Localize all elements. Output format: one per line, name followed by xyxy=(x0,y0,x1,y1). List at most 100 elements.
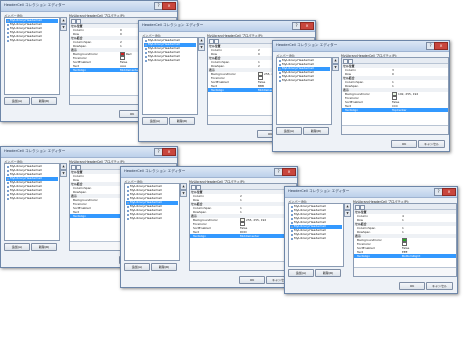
move-down-button[interactable]: ▼ xyxy=(198,44,205,51)
member-list[interactable]: MyLibrary.HeaderCell MyLibrary.HeaderCell… xyxy=(4,163,60,241)
ok-button[interactable]: OK xyxy=(239,276,265,284)
member-list[interactable]: MyLibrary.HeaderCell MyLibrary.HeaderCell… xyxy=(288,203,344,267)
cell-icon xyxy=(278,63,281,66)
window-title: HeaderCell コレクション エディター xyxy=(276,43,338,47)
remove-button[interactable]: 削除(R) xyxy=(31,97,57,105)
cell-icon xyxy=(126,217,129,220)
add-button[interactable]: 追加(A) xyxy=(142,117,168,125)
add-button[interactable]: 追加(A) xyxy=(288,269,314,277)
cancel-button[interactable]: キャンセル xyxy=(426,282,453,290)
move-up-button[interactable]: ▲ xyxy=(332,57,339,64)
member-list-item-label: MyLibrary.HeaderCell xyxy=(130,216,162,220)
cell-icon xyxy=(278,67,281,70)
move-up-button[interactable]: ▲ xyxy=(60,163,67,170)
property-value[interactable]: TopCenter xyxy=(392,108,407,112)
property-name: TextAlign xyxy=(345,108,359,112)
cell-icon xyxy=(144,47,147,50)
close-icon[interactable]: × xyxy=(442,188,456,196)
window-title: HeaderCell コレクション エディター xyxy=(142,23,204,27)
move-up-button[interactable]: ▲ xyxy=(180,183,187,190)
window-title: HeaderCell コレクション エディター xyxy=(4,3,66,7)
title-bar: HeaderCell コレクション エディター? × xyxy=(285,187,457,198)
member-list-item[interactable]: MyLibrary.HeaderCell xyxy=(6,196,58,201)
cell-icon xyxy=(290,221,293,224)
ok-button[interactable]: OK xyxy=(391,140,417,148)
collection-editor-window: HeaderCell コレクション エディター? × メンバー(M): MyLibra… xyxy=(272,40,450,152)
move-down-button[interactable]: ▼ xyxy=(60,170,67,177)
property-name: TextAlign xyxy=(193,234,207,238)
remove-button[interactable]: 削除(R) xyxy=(151,263,177,271)
member-list[interactable]: MyLibrary.HeaderCell MyLibrary.HeaderCell… xyxy=(276,57,332,125)
add-button[interactable]: 追加(A) xyxy=(4,97,30,105)
property-value[interactable]: BottomRight xyxy=(402,254,420,258)
property-value-text: TopCenter xyxy=(392,108,407,112)
cell-icon xyxy=(126,185,129,188)
cell-icon xyxy=(6,177,9,180)
ok-button[interactable]: OK xyxy=(399,282,425,290)
property-value[interactable]: MiddleCenter xyxy=(120,68,139,72)
move-down-button[interactable]: ▼ xyxy=(180,190,187,197)
cell-icon xyxy=(290,229,293,232)
property-row[interactable]: TextAlign MiddleCenter xyxy=(190,234,296,238)
move-down-button[interactable]: ▼ xyxy=(60,24,67,31)
cell-icon xyxy=(6,197,9,200)
member-list[interactable]: MyLibrary.HeaderCell MyLibrary.HeaderCell… xyxy=(4,17,60,95)
cell-icon xyxy=(126,213,129,216)
cell-icon xyxy=(290,217,293,220)
title-bar: HeaderCell コレクション エディター? × xyxy=(121,167,297,178)
cancel-button[interactable]: キャンセル xyxy=(418,140,445,148)
member-list-item[interactable]: MyLibrary.HeaderCell xyxy=(278,78,330,83)
property-name: TextAlign xyxy=(73,68,87,72)
cell-icon xyxy=(126,209,129,212)
cell-icon xyxy=(6,19,9,22)
cell-icon xyxy=(290,233,293,236)
cell-icon xyxy=(6,169,9,172)
cell-icon xyxy=(278,59,281,62)
cell-icon xyxy=(6,31,9,34)
member-list[interactable]: MyLibrary.HeaderCell MyLibrary.HeaderCell… xyxy=(124,183,180,261)
close-icon[interactable]: × xyxy=(434,42,448,50)
remove-button[interactable]: 削除(R) xyxy=(31,243,57,251)
member-list-item[interactable]: MyLibrary.HeaderCell xyxy=(290,236,342,241)
cell-icon xyxy=(6,23,9,26)
property-grid[interactable]: セル位置 Column 2 Row 1 セル結合 ColumnSpan 1 RowSpan 1 表示… xyxy=(189,183,297,271)
move-down-button[interactable]: ▼ xyxy=(344,210,351,217)
close-icon[interactable]: × xyxy=(162,148,176,156)
member-list[interactable]: MyLibrary.HeaderCell MyLibrary.HeaderCell… xyxy=(142,37,198,115)
cell-icon xyxy=(6,181,9,184)
cell-icon xyxy=(6,27,9,30)
remove-button[interactable]: 削除(R) xyxy=(315,269,341,277)
property-name: TextAlign xyxy=(211,88,225,92)
add-button[interactable]: 追加(A) xyxy=(124,263,150,271)
property-row[interactable]: TextAlign BottomRight xyxy=(354,254,456,258)
close-icon[interactable]: × xyxy=(300,22,314,30)
remove-button[interactable]: 削除(R) xyxy=(303,127,329,135)
move-up-button[interactable]: ▲ xyxy=(198,37,205,44)
cell-icon xyxy=(144,43,147,46)
add-button[interactable]: 追加(A) xyxy=(276,127,302,135)
property-row[interactable]: TextAlign TopCenter xyxy=(342,108,448,112)
member-list-item[interactable]: MyLibrary.HeaderCell xyxy=(126,216,178,221)
remove-button[interactable]: 削除(R) xyxy=(169,117,195,125)
move-down-button[interactable]: ▼ xyxy=(332,64,339,71)
property-value-text: MiddleCenter xyxy=(240,234,260,238)
member-list-item-label: MyLibrary.HeaderCell xyxy=(10,196,42,200)
property-value-text: BottomRight xyxy=(402,254,421,258)
member-list-item-label: MyLibrary.HeaderCell xyxy=(10,38,42,42)
cell-icon xyxy=(278,79,281,82)
property-description-pane xyxy=(354,267,456,276)
close-icon[interactable]: × xyxy=(282,168,296,176)
cell-icon xyxy=(6,185,9,188)
add-button[interactable]: 追加(A) xyxy=(4,243,30,251)
close-icon[interactable]: × xyxy=(162,2,176,10)
member-list-item[interactable]: MyLibrary.HeaderCell xyxy=(144,58,196,63)
property-grid[interactable]: セル位置 Column 3 Row 0 セル結合 ColumnSpan 1 RowSpan 1 表示… xyxy=(341,57,449,135)
move-up-button[interactable]: ▲ xyxy=(344,203,351,210)
member-list-item[interactable]: MyLibrary.HeaderCell xyxy=(6,38,58,43)
collection-editor-window: HeaderCell コレクション エディター? × メンバー(M): MyLibra… xyxy=(284,186,458,294)
property-grid[interactable]: セル位置 Column 4 Row 1 セル結合 ColumnSpan 1 RowSpan 1 表示… xyxy=(353,203,457,277)
cell-icon xyxy=(290,237,293,240)
property-value[interactable]: MiddleCenter xyxy=(240,234,259,238)
property-description-pane xyxy=(190,261,296,270)
move-up-button[interactable]: ▲ xyxy=(60,17,67,24)
